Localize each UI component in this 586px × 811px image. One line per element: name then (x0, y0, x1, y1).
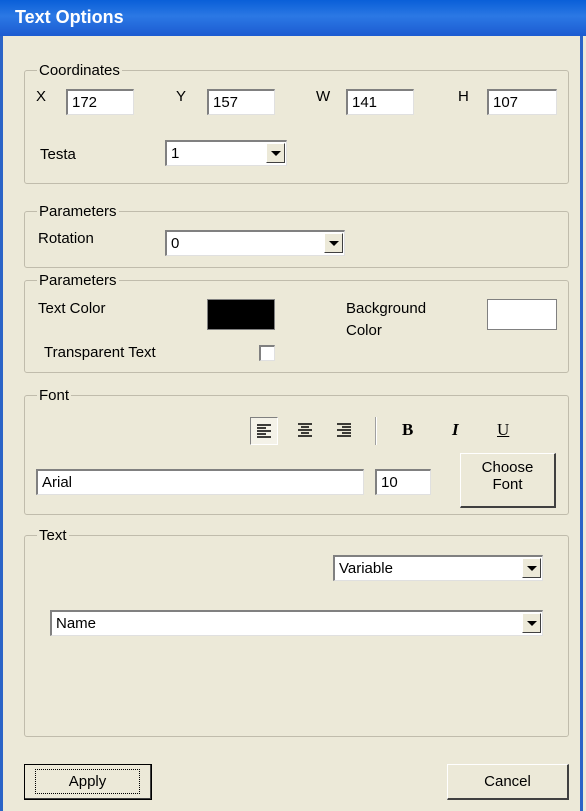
h-field[interactable] (487, 89, 557, 115)
text-color-label: Text Color (38, 300, 106, 317)
apply-button[interactable]: Apply (24, 764, 152, 800)
transparent-text-checkbox[interactable] (259, 345, 275, 361)
chevron-down-icon[interactable] (522, 558, 541, 578)
testa-label: Testa (40, 146, 76, 163)
align-left-icon (257, 424, 271, 438)
align-center-icon (298, 423, 312, 437)
cancel-button-label: Cancel (484, 773, 531, 790)
choose-font-label-line2: Font (492, 476, 523, 493)
apply-button-label: Apply (34, 769, 141, 794)
text-type-value: Variable (339, 560, 393, 577)
rotation-label: Rotation (38, 230, 94, 247)
rotation-dropdown[interactable]: 0 (165, 230, 345, 256)
w-label: W (316, 88, 331, 105)
bold-button[interactable]: B (402, 420, 413, 440)
align-right-button[interactable] (332, 417, 360, 445)
italic-button[interactable]: I (452, 420, 459, 440)
text-field-dropdown[interactable]: Name (50, 610, 543, 636)
x-field[interactable] (66, 89, 134, 115)
choose-font-button[interactable]: Choose Font (460, 453, 556, 508)
align-left-button[interactable] (250, 417, 278, 445)
h-label: H (458, 88, 469, 105)
chevron-down-icon[interactable] (324, 233, 343, 253)
background-color-swatch[interactable] (487, 299, 557, 330)
font-size-field[interactable] (375, 469, 431, 495)
cancel-button[interactable]: Cancel (447, 764, 569, 800)
y-field[interactable] (207, 89, 275, 115)
background-color-label-line1: Background (346, 300, 427, 317)
rotation-legend: Parameters (39, 203, 117, 220)
text-color-swatch[interactable] (207, 299, 275, 330)
window-title: Text Options (15, 7, 124, 27)
font-name-field[interactable] (36, 469, 364, 495)
w-field[interactable] (346, 89, 414, 115)
font-legend: Font (39, 387, 70, 404)
coordinates-group: Coordinates (24, 62, 569, 184)
text-type-dropdown[interactable]: Variable (333, 555, 543, 581)
underline-button[interactable]: U (497, 420, 509, 440)
testa-dropdown[interactable]: 1 (165, 140, 287, 166)
chevron-down-icon[interactable] (522, 613, 541, 633)
chevron-down-icon[interactable] (266, 143, 285, 163)
transparent-text-label: Transparent Text (44, 344, 156, 361)
toolbar-separator (375, 417, 377, 445)
choose-font-label-line1: Choose (481, 459, 534, 476)
align-center-button[interactable] (292, 417, 320, 445)
align-right-icon (337, 423, 351, 437)
x-label: X (36, 88, 47, 105)
text-field-value: Name (56, 615, 97, 632)
text-legend: Text (39, 527, 67, 544)
rotation-value: 0 (171, 235, 180, 252)
color-legend: Parameters (39, 272, 117, 289)
testa-value: 1 (171, 145, 180, 162)
background-color-label-line2: Color (346, 322, 382, 339)
coordinates-legend: Coordinates (39, 62, 120, 79)
y-label: Y (176, 88, 187, 105)
